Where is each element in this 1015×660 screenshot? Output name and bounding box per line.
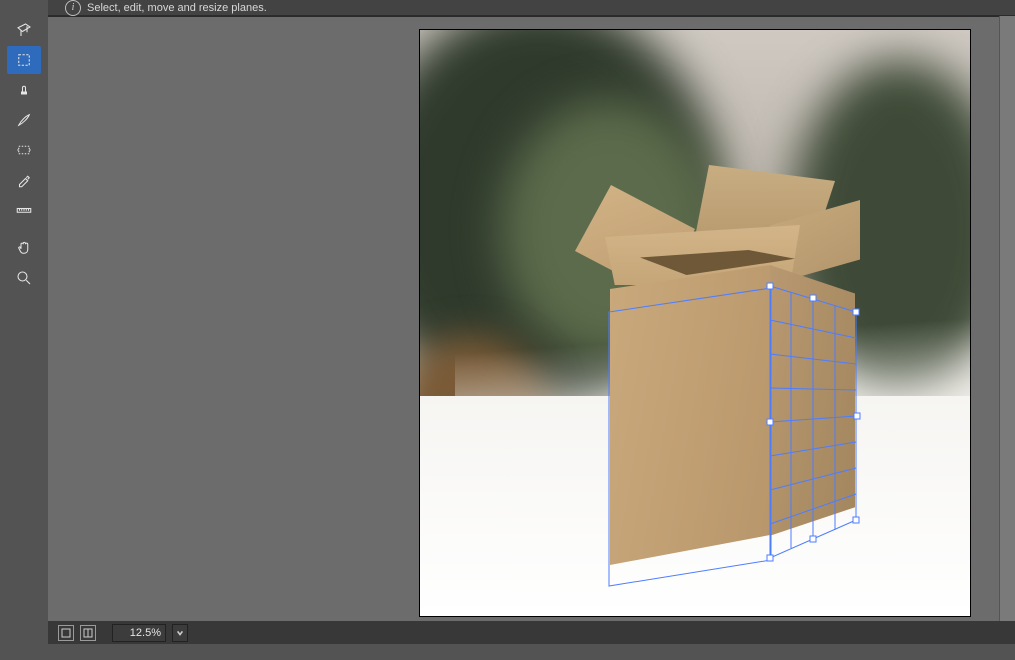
- view-toggle-a[interactable]: [58, 625, 74, 641]
- zoom-level[interactable]: 12.5%: [112, 624, 166, 642]
- hand-tool[interactable]: [7, 234, 41, 262]
- brush-tool[interactable]: [7, 106, 41, 134]
- zoom-tool[interactable]: [7, 264, 41, 292]
- tool-hint: Select, edit, move and resize planes.: [87, 2, 267, 14]
- options-bar: i Select, edit, move and resize planes.: [0, 0, 1015, 16]
- document-image: [420, 30, 970, 616]
- edit-plane-tool[interactable]: [7, 16, 41, 44]
- measure-tool[interactable]: [7, 196, 41, 224]
- create-plane-tool[interactable]: [7, 46, 41, 74]
- vertical-scrollbar[interactable]: [999, 16, 1015, 621]
- info-icon: i: [65, 0, 81, 16]
- cardboard-box: [610, 265, 855, 585]
- eyedropper-tool[interactable]: [7, 166, 41, 194]
- status-bar: 12.5%: [48, 621, 1015, 644]
- zoom-dropdown[interactable]: [172, 624, 188, 642]
- canvas-area[interactable]: [48, 16, 1015, 622]
- toolbar: [0, 0, 48, 660]
- transform-tool[interactable]: [7, 136, 41, 164]
- stamp-tool[interactable]: [7, 76, 41, 104]
- view-toggle-b[interactable]: [80, 625, 96, 641]
